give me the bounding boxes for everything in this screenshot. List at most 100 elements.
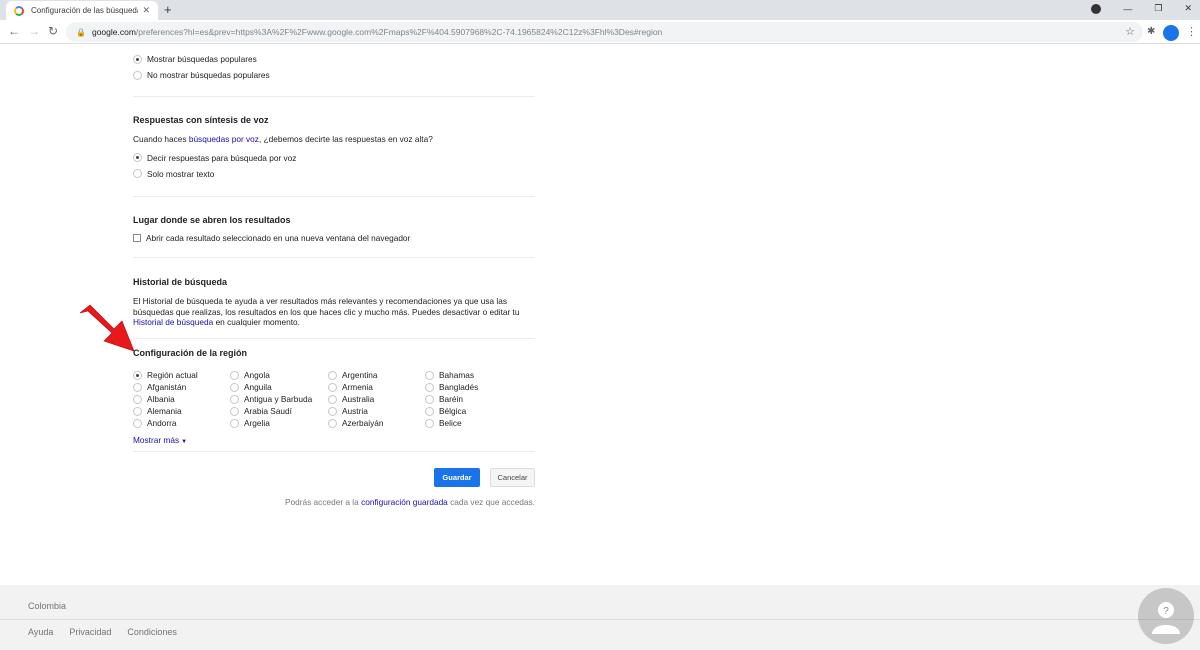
radio-icon[interactable]	[328, 382, 337, 392]
minimize-icon[interactable]: —	[1123, 4, 1132, 14]
radio-icon[interactable]	[133, 406, 142, 416]
radio-icon[interactable]	[133, 394, 142, 404]
voice-search-link[interactable]: búsquedas por voz	[189, 134, 259, 144]
radio-icon[interactable]	[425, 418, 434, 428]
region-option[interactable]: Antigua y Barbuda	[230, 393, 312, 405]
region-column: Argentina Armenia Australia Austria Azer…	[328, 369, 384, 429]
radio-icon[interactable]	[425, 370, 434, 380]
region-option[interactable]: Baréin	[425, 393, 478, 405]
radio-icon[interactable]	[230, 406, 239, 416]
radio-icon[interactable]	[230, 370, 239, 380]
region-option[interactable]: Angola	[230, 369, 312, 381]
show-more-link[interactable]: Mostrar más ▼	[133, 435, 187, 445]
footer-link-help[interactable]: Ayuda	[28, 627, 53, 637]
region-option[interactable]: Andorra	[133, 417, 198, 429]
cancel-button[interactable]: Cancelar	[490, 468, 535, 487]
region-option[interactable]: Argentina	[328, 369, 384, 381]
radio-icon[interactable]	[133, 169, 142, 178]
region-option[interactable]: Arabia Saudí	[230, 405, 312, 417]
new-window-option[interactable]: Abrir cada resultado seleccionado en una…	[133, 230, 535, 246]
radio-selected-icon[interactable]	[133, 153, 142, 162]
forward-icon[interactable]: →	[28, 24, 40, 38]
new-tab-icon[interactable]: +	[164, 2, 172, 18]
text: cada vez que accedas.	[447, 497, 535, 507]
voice-option-speak[interactable]: Decir respuestas para búsqueda por voz	[133, 150, 535, 166]
popular-option-hide[interactable]: No mostrar búsquedas populares	[133, 67, 535, 83]
divider	[133, 338, 535, 339]
region-option[interactable]: Armenia	[328, 381, 384, 393]
profile-avatar[interactable]	[1163, 25, 1179, 41]
radio-selected-icon[interactable]	[133, 370, 142, 380]
option-label: Baréin	[439, 394, 463, 404]
popular-option-show[interactable]: Mostrar búsquedas populares	[133, 51, 535, 67]
saved-settings-link[interactable]: configuración guardada	[361, 497, 448, 507]
reload-icon[interactable]: ↻	[48, 24, 58, 38]
footer-link-terms[interactable]: Condiciones	[127, 627, 177, 637]
footer-divider	[0, 619, 1200, 620]
region-option[interactable]: Afganistán	[133, 381, 198, 393]
checkbox-label: Abrir cada resultado seleccionado en una…	[146, 233, 411, 243]
region-option[interactable]: Bangladés	[425, 381, 478, 393]
save-button[interactable]: Guardar	[434, 468, 480, 487]
region-option[interactable]: Alemania	[133, 405, 198, 417]
footer-link-privacy[interactable]: Privacidad	[69, 627, 111, 637]
region-section: Configuración de la región	[133, 348, 535, 358]
radio-icon[interactable]	[230, 382, 239, 392]
tab-strip: Configuración de las búsquedas ✕ + — ❐ ✕	[0, 0, 1200, 20]
text: El Historial de búsqueda te ayuda a ver …	[133, 296, 520, 317]
region-option[interactable]: Belice	[425, 417, 478, 429]
region-column: Bahamas Bangladés Baréin Bélgica Belice	[425, 369, 478, 429]
google-favicon-icon	[14, 5, 24, 16]
option-label: Andorra	[147, 418, 177, 428]
radio-icon[interactable]	[425, 394, 434, 404]
restore-icon[interactable]: ❐	[1154, 3, 1162, 14]
close-window-icon[interactable]: ✕	[1184, 3, 1192, 14]
radio-icon[interactable]	[328, 406, 337, 416]
option-label: Albania	[147, 394, 175, 404]
region-option[interactable]: Albania	[133, 393, 198, 405]
voice-option-text-only[interactable]: Solo mostrar texto	[133, 166, 535, 182]
region-option[interactable]: Argelia	[230, 417, 312, 429]
region-option[interactable]: Bélgica	[425, 405, 478, 417]
browser-tab[interactable]: Configuración de las búsquedas ✕	[6, 1, 158, 20]
lock-icon[interactable]: 🔒	[76, 28, 86, 37]
history-title: Historial de búsqueda	[133, 277, 228, 287]
radio-icon[interactable]	[133, 382, 142, 392]
radio-icon[interactable]	[425, 406, 434, 416]
option-label: Antigua y Barbuda	[244, 394, 313, 404]
show-more-label: Mostrar más	[133, 435, 180, 445]
radio-icon[interactable]	[230, 394, 239, 404]
region-option[interactable]: Australia	[328, 393, 384, 405]
back-icon[interactable]: ←	[8, 24, 20, 38]
radio-icon[interactable]	[230, 418, 239, 428]
region-option[interactable]: Anguila	[230, 381, 312, 393]
region-option[interactable]: Región actual	[133, 369, 198, 381]
close-tab-icon[interactable]: ✕	[142, 5, 150, 16]
voice-title: Respuestas con síntesis de voz	[133, 115, 269, 125]
radio-icon[interactable]	[328, 370, 337, 380]
option-label: Argentina	[342, 370, 378, 380]
option-label: Bélgica	[439, 406, 467, 416]
bookmark-star-icon[interactable]: ☆	[1125, 25, 1135, 38]
radio-icon[interactable]	[133, 418, 142, 428]
radio-icon[interactable]	[328, 418, 337, 428]
history-link[interactable]: Historial de búsqueda	[133, 317, 213, 327]
radio-icon[interactable]	[328, 394, 337, 404]
radio-selected-icon[interactable]	[133, 54, 142, 64]
radio-icon[interactable]	[133, 70, 142, 80]
checkbox-icon[interactable]	[133, 234, 141, 242]
svg-text:?: ?	[1163, 606, 1169, 617]
browser-menu-icon[interactable]: ⋮	[1186, 24, 1197, 40]
option-label: Bahamas	[439, 370, 475, 380]
address-bar[interactable]: 🔒 google.com/preferences?hl=es&prev=http…	[66, 22, 1143, 42]
extensions-icon[interactable]: ✱	[1147, 26, 1155, 37]
region-option[interactable]: Austria	[328, 405, 384, 417]
tab-title: Configuración de las búsquedas	[31, 6, 139, 15]
preferences-content: Mostrar búsquedas populares No mostrar b…	[0, 45, 1200, 585]
radio-icon[interactable]	[425, 382, 434, 392]
region-option[interactable]: Bahamas	[425, 369, 478, 381]
region-option[interactable]: Azerbaiyán	[328, 417, 384, 429]
history-description: El Historial de búsqueda te ayuda a ver …	[133, 296, 535, 328]
voice-question: Cuando haces búsquedas por voz, ¿debemos…	[133, 134, 535, 145]
record-icon[interactable]	[1091, 3, 1102, 14]
